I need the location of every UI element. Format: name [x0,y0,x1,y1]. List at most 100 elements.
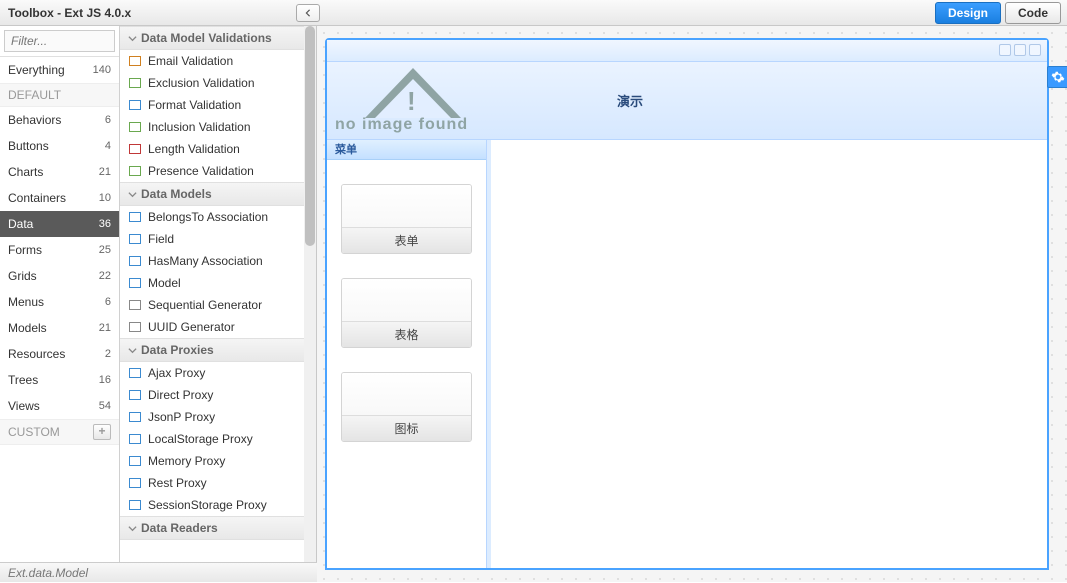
window-button[interactable] [1014,44,1026,56]
item-icon [128,120,142,134]
item-label: BelongsTo Association [148,210,268,224]
item-icon [128,54,142,68]
content-panel[interactable] [487,140,1047,568]
item-column: Data Model Validations Email Validation Ex… [120,26,317,582]
toolbox-item[interactable]: Format Validation [120,94,316,116]
item-icon [128,298,142,312]
category-menus[interactable]: Menus6 [0,289,119,315]
canvas-body: 菜单 表单表格图标 [327,140,1047,568]
warning-triangle-icon: ! [365,68,461,118]
code-mode-button[interactable]: Code [1005,2,1061,24]
toolbox-item[interactable]: Model [120,272,316,294]
gear-icon [1051,70,1065,84]
item-group-header[interactable]: Data Model Validations [120,26,316,50]
category-behaviors[interactable]: Behaviors6 [0,107,119,133]
category-list: Everything140DEFAULTBehaviors6Buttons4Ch… [0,57,119,582]
toolbox-item[interactable]: LocalStorage Proxy [120,428,316,450]
window-button[interactable] [1029,44,1041,56]
category-containers[interactable]: Containers10 [0,185,119,211]
item-icon [128,210,142,224]
item-label: Email Validation [148,54,233,68]
chevron-down-icon [128,190,137,199]
category-views[interactable]: Views54 [0,393,119,419]
item-icon [128,498,142,512]
item-group-header[interactable]: Data Proxies [120,338,316,362]
item-icon [128,142,142,156]
filter-wrap [0,26,119,57]
filter-input[interactable] [4,30,115,52]
chevron-left-icon [304,9,312,17]
menu-header: 菜单 [327,140,486,160]
design-canvas-area: ! no image found 演示 菜单 表单表格图标 [317,26,1067,582]
toolbox-item[interactable]: Length Validation [120,138,316,160]
canvas-window[interactable]: ! no image found 演示 菜单 表单表格图标 [325,38,1049,570]
category-group-default: DEFAULT [0,83,119,107]
category-grids[interactable]: Grids22 [0,263,119,289]
item-list: Data Model Validations Email Validation Ex… [120,26,316,540]
item-label: Format Validation [148,98,241,112]
item-label: Rest Proxy [148,476,207,490]
item-label: Direct Proxy [148,388,213,402]
category-column: Everything140DEFAULTBehaviors6Buttons4Ch… [0,26,120,582]
menu-card[interactable]: 图标 [341,372,472,442]
item-icon [128,164,142,178]
item-label: LocalStorage Proxy [148,432,253,446]
toolbox-item[interactable]: BelongsTo Association [120,206,316,228]
menu-card-label: 图标 [342,415,471,441]
toolbox-item[interactable]: UUID Generator [120,316,316,338]
toolbox-item[interactable]: JsonP Proxy [120,406,316,428]
item-label: Exclusion Validation [148,76,255,90]
item-group-header[interactable]: Data Readers [120,516,316,540]
item-icon [128,388,142,402]
category-charts[interactable]: Charts21 [0,159,119,185]
menu-card[interactable]: 表格 [341,278,472,348]
item-icon [128,432,142,446]
window-button[interactable] [999,44,1011,56]
toolbox-item[interactable]: Direct Proxy [120,384,316,406]
category-everything[interactable]: Everything140 [0,57,119,83]
item-icon [128,254,142,268]
canvas-titlebar [327,40,1047,62]
menu-body: 表单表格图标 [327,160,486,568]
toolbox-item[interactable]: Field [120,228,316,250]
category-buttons[interactable]: Buttons4 [0,133,119,159]
item-group-header[interactable]: Data Models [120,182,316,206]
item-icon [128,276,142,290]
chevron-down-icon [128,346,137,355]
collapse-button[interactable] [296,4,320,22]
toolbox-item[interactable]: Rest Proxy [120,472,316,494]
add-custom-button[interactable]: + [93,424,111,440]
toolbox-item[interactable]: Inclusion Validation [120,116,316,138]
item-icon [128,320,142,334]
toolbox-title: Toolbox - Ext JS 4.0.x [8,6,131,20]
toolbox-item[interactable]: Email Validation [120,50,316,72]
item-icon [128,454,142,468]
toolbox-item[interactable]: Exclusion Validation [120,72,316,94]
category-trees[interactable]: Trees16 [0,367,119,393]
category-group-custom: CUSTOM+ [0,419,119,445]
toolbox-item[interactable]: Presence Validation [120,160,316,182]
category-models[interactable]: Models21 [0,315,119,341]
scrollbar-thumb[interactable] [305,26,315,246]
category-resources[interactable]: Resources2 [0,341,119,367]
item-label: Presence Validation [148,164,254,178]
toolbox-item[interactable]: Sequential Generator [120,294,316,316]
chevron-down-icon [128,524,137,533]
category-forms[interactable]: Forms25 [0,237,119,263]
design-mode-button[interactable]: Design [935,2,1001,24]
topbar: Toolbox - Ext JS 4.0.x Design Code [0,0,1067,26]
item-icon [128,476,142,490]
toolbox-item[interactable]: SessionStorage Proxy [120,494,316,516]
item-label: SessionStorage Proxy [148,498,267,512]
item-icon [128,76,142,90]
config-gear-button[interactable] [1047,66,1067,88]
menu-panel: 菜单 表单表格图标 [327,140,487,568]
toolbox-item[interactable]: Ajax Proxy [120,362,316,384]
status-bar: Ext.data.Model [0,562,317,582]
menu-card-label: 表格 [342,321,471,347]
menu-card[interactable]: 表单 [341,184,472,254]
toolbox-item[interactable]: Memory Proxy [120,450,316,472]
toolbox-item[interactable]: HasMany Association [120,250,316,272]
scrollbar[interactable] [304,26,316,582]
category-data[interactable]: Data36 [0,211,119,237]
